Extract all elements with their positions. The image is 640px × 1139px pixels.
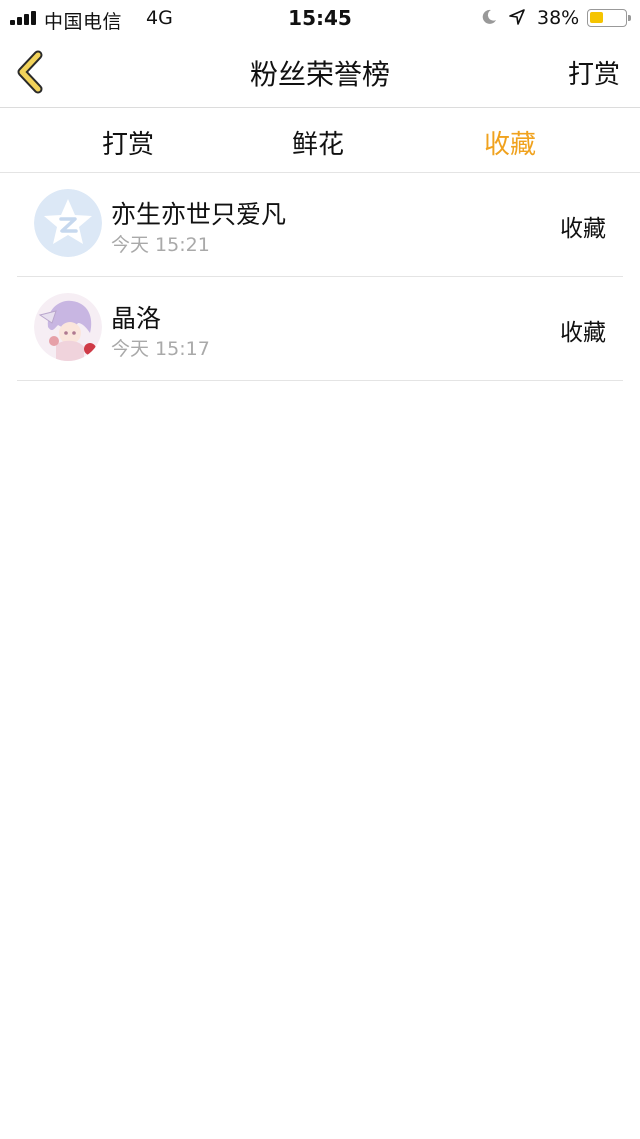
navigation-bar: 粉丝荣誉榜 打赏 <box>0 36 640 108</box>
fan-name: 亦生亦世只爱凡 <box>111 200 287 229</box>
fan-time: 今天 15:21 <box>111 234 210 256</box>
tab-bar: 打赏 鲜花 收藏 <box>0 109 640 173</box>
tab-reward[interactable]: 打赏 <box>68 124 188 161</box>
list-item[interactable]: 亦生亦世只爱凡 今天 15:21 收藏 <box>17 173 623 277</box>
battery-fill <box>590 12 603 23</box>
reward-button[interactable]: 打赏 <box>568 54 620 91</box>
status-bar: 中国电信 4G 15:45 38% <box>0 0 640 36</box>
list-item[interactable]: 晶洛 今天 15:17 收藏 <box>17 277 623 381</box>
anime-girl-avatar-icon <box>34 293 102 361</box>
default-qzone-avatar-icon <box>34 189 102 257</box>
location-arrow-icon <box>509 9 525 25</box>
fan-action-label: 收藏 <box>560 320 606 346</box>
fan-time: 今天 15:17 <box>111 338 210 360</box>
fan-action-label: 收藏 <box>560 216 606 242</box>
avatar <box>34 293 102 361</box>
battery-icon <box>587 9 631 27</box>
fan-list: 亦生亦世只爱凡 今天 15:21 收藏 晶洛 今天 15:17 收藏 <box>0 173 640 381</box>
battery-percent: 38% <box>537 7 580 29</box>
avatar <box>34 189 102 257</box>
fan-name: 晶洛 <box>111 304 162 333</box>
do-not-disturb-moon-icon <box>482 9 496 24</box>
tab-flowers[interactable]: 鲜花 <box>258 124 378 161</box>
page-title: 粉丝荣誉榜 <box>249 58 390 91</box>
tab-favorites[interactable]: 收藏 <box>450 124 570 161</box>
